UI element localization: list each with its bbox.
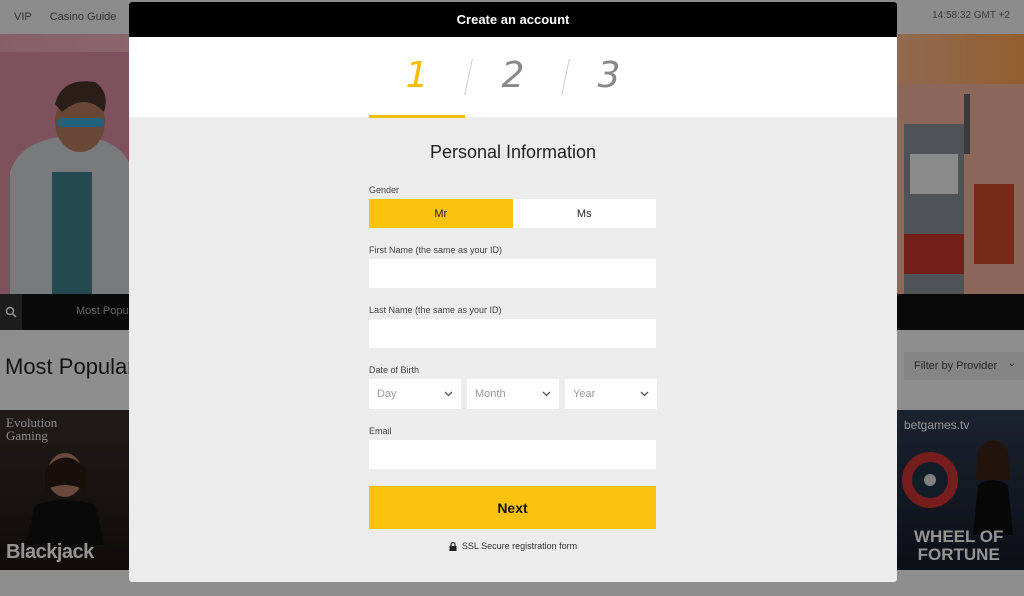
chevron-down-icon — [444, 391, 453, 397]
dob-day-select[interactable]: Day — [369, 379, 461, 409]
dob-month-value: Month — [475, 388, 506, 400]
modal-title: Create an account — [456, 12, 570, 27]
gender-ms-option[interactable]: Ms — [512, 199, 656, 228]
next-button[interactable]: Next — [369, 486, 656, 529]
email-label: Email — [369, 426, 392, 436]
form-title: Personal Information — [429, 142, 597, 162]
ssl-notice: SSL Secure registration form — [369, 541, 657, 551]
create-account-modal: Create an account 1 2 3 Personal Informa… — [129, 2, 897, 582]
dob-year-value: Year — [573, 388, 596, 400]
dob-day-value: Day — [377, 388, 397, 400]
modal-header: Create an account — [129, 2, 897, 37]
ssl-text: SSL Secure registration form — [461, 541, 578, 551]
first-name-input[interactable] — [369, 259, 656, 288]
lock-icon — [449, 541, 457, 551]
personal-info-form: Personal Information Gender Mr Ms First … — [369, 142, 657, 551]
last-name-input[interactable] — [369, 319, 656, 348]
dob-year-select[interactable]: Year — [565, 379, 657, 409]
last-name-label: Last Name (the same as your ID) — [369, 305, 502, 315]
first-name-label: First Name (the same as your ID) — [369, 245, 503, 255]
step-3: 3 — [597, 55, 621, 96]
gender-mr-option[interactable]: Mr — [369, 199, 513, 228]
dob-selects: Day Month Year — [369, 379, 657, 409]
chevron-down-icon — [542, 391, 551, 397]
chevron-down-icon — [640, 391, 649, 397]
dob-month-select[interactable]: Month — [467, 379, 559, 409]
gender-toggle: Mr Ms — [369, 199, 656, 228]
step-2: 2 — [501, 55, 525, 96]
step-indicator: 1 2 3 — [129, 37, 897, 118]
email-input[interactable] — [369, 440, 656, 469]
gender-label: Gender — [369, 185, 400, 195]
step-1: 1 — [405, 55, 429, 96]
dob-label: Date of Birth — [369, 365, 420, 375]
active-step-underline — [369, 115, 465, 118]
